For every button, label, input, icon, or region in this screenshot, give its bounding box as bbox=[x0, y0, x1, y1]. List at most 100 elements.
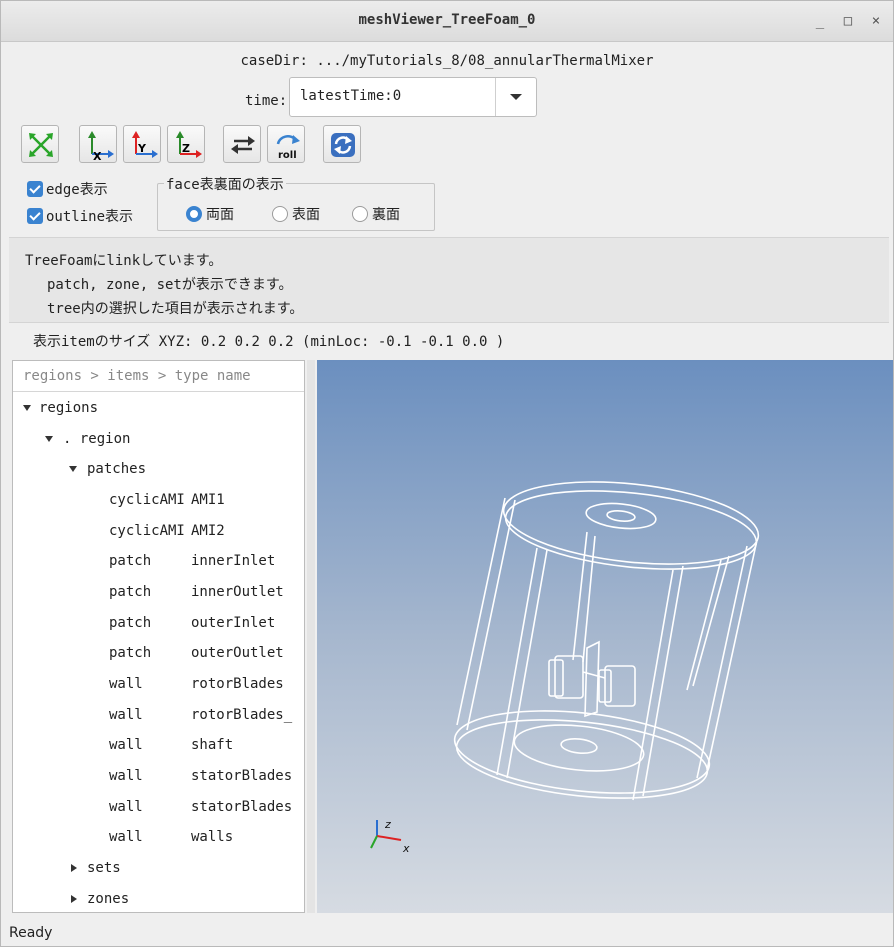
radio-front-label: 表面 bbox=[292, 207, 320, 223]
radio-both-label: 両面 bbox=[206, 207, 234, 223]
face-group-legend: face表裏面の表示 bbox=[164, 174, 286, 194]
tree-row-patches[interactable]: patches bbox=[13, 454, 304, 484]
reload-icon bbox=[331, 133, 355, 157]
patch-name: outerInlet bbox=[191, 615, 276, 631]
radio-selected-icon bbox=[186, 206, 202, 222]
patch-name: innerOutlet bbox=[191, 584, 284, 600]
tree-row-patch-item[interactable]: patch innerOutlet bbox=[13, 577, 304, 607]
axis-x-label: x bbox=[402, 842, 410, 855]
patch-name: statorBlades bbox=[191, 799, 293, 815]
patch-type: wall bbox=[109, 707, 143, 723]
window-title: meshViewer_TreeFoam_0 bbox=[358, 12, 536, 28]
patch-name: AMI2 bbox=[191, 523, 225, 539]
chevron-down-icon[interactable] bbox=[495, 78, 536, 116]
tree-header-text: regions > items > type name bbox=[23, 368, 251, 384]
patch-name: innerInlet bbox=[191, 553, 276, 569]
tree-label: . region bbox=[63, 431, 131, 447]
tree-row-patch-item[interactable]: wall rotorBlades_ bbox=[13, 700, 304, 730]
tree-row-sets[interactable]: sets bbox=[13, 853, 304, 883]
axis-z-label: z bbox=[384, 818, 391, 831]
tree-row-patch-item[interactable]: wall rotorBlades bbox=[13, 669, 304, 699]
pane-splitter[interactable] bbox=[307, 360, 315, 913]
patch-type: wall bbox=[109, 799, 143, 815]
patch-name: rotorBlades bbox=[191, 676, 284, 692]
expand-down-icon[interactable] bbox=[45, 436, 53, 442]
view-x-button[interactable]: X bbox=[79, 125, 117, 163]
time-label: time: bbox=[245, 93, 288, 109]
3d-viewport[interactable]: z x bbox=[317, 360, 893, 913]
minimize-button[interactable]: _ bbox=[809, 11, 831, 31]
view-z-button[interactable]: Z bbox=[167, 125, 205, 163]
info-line: tree内の選択した項目が表示されます。 bbox=[47, 301, 304, 317]
edge-label: edge表示 bbox=[46, 182, 108, 198]
patch-name: AMI1 bbox=[191, 492, 225, 508]
fit-all-icon bbox=[29, 133, 53, 157]
tree-row-regions[interactable]: regions bbox=[13, 393, 304, 423]
time-select-value: latestTime:0 bbox=[300, 88, 402, 104]
patch-name: statorBlades bbox=[191, 768, 293, 784]
roll-text: roll bbox=[278, 150, 297, 161]
info-line: patch, zone, setが表示できます。 bbox=[47, 277, 293, 293]
patch-type: cyclicAMI bbox=[109, 492, 185, 508]
item-size-label: 表示itemのサイズ XYZ: 0.2 0.2 0.2 (minLoc: -0.… bbox=[33, 334, 505, 350]
patch-type: patch bbox=[109, 645, 152, 661]
fit-all-button[interactable] bbox=[21, 125, 59, 163]
tree-row-patch-item[interactable]: patch innerInlet bbox=[13, 546, 304, 576]
case-dir-label: caseDir: .../myTutorials_8/08_annularThe… bbox=[240, 53, 654, 69]
info-line: TreeFoamにlinkしています。 bbox=[25, 253, 223, 269]
expand-right-icon[interactable] bbox=[71, 864, 77, 872]
tree-row-region[interactable]: . region bbox=[13, 424, 304, 454]
expand-right-icon[interactable] bbox=[71, 895, 77, 903]
tree-row-patch-item[interactable]: wall statorBlades bbox=[13, 792, 304, 822]
patch-type: wall bbox=[109, 676, 143, 692]
axis-triad: z x bbox=[370, 818, 410, 855]
mesh-wireframe: z x bbox=[370, 481, 760, 855]
tree-row-patch-item[interactable]: wall shaft bbox=[13, 730, 304, 760]
tree-row-patch-item[interactable]: wall walls bbox=[13, 822, 304, 852]
radio-front[interactable]: 表面 bbox=[272, 204, 320, 224]
time-select[interactable]: latestTime:0 bbox=[289, 77, 537, 117]
radio-back[interactable]: 裏面 bbox=[352, 204, 400, 224]
radio-both[interactable]: 両面 bbox=[186, 204, 234, 224]
region-tree[interactable]: regions > items > type name regions . re… bbox=[12, 360, 305, 913]
outline-checkbox[interactable]: outline表示 bbox=[27, 206, 133, 226]
axis-z-text: Z bbox=[182, 142, 190, 155]
info-panel: TreeFoamにlinkしています。 patch, zone, setが表示で… bbox=[9, 237, 889, 323]
tree-label: sets bbox=[87, 860, 121, 876]
patch-name: rotorBlades_ bbox=[191, 707, 293, 723]
patch-name: shaft bbox=[191, 737, 234, 753]
edge-checkbox[interactable]: edge表示 bbox=[27, 179, 108, 199]
patch-type: patch bbox=[109, 615, 152, 631]
patch-type: wall bbox=[109, 737, 143, 753]
tree-row-zones[interactable]: zones bbox=[13, 884, 304, 912]
tree-label: zones bbox=[87, 891, 130, 907]
tree-row-patch-item[interactable]: cyclicAMI AMI1 bbox=[13, 485, 304, 515]
reload-button[interactable] bbox=[323, 125, 361, 163]
axis-y-text: Y bbox=[137, 142, 147, 155]
swap-button[interactable] bbox=[223, 125, 261, 163]
view-z-icon: Z bbox=[176, 131, 202, 158]
expand-down-icon[interactable] bbox=[69, 466, 77, 472]
view-y-button[interactable]: Y bbox=[123, 125, 161, 163]
patch-type: wall bbox=[109, 829, 143, 845]
checkbox-checked-icon bbox=[27, 208, 43, 224]
view-y-icon: Y bbox=[132, 131, 158, 158]
title-bar: meshViewer_TreeFoam_0 _ □ × bbox=[1, 1, 893, 42]
patch-type: patch bbox=[109, 553, 152, 569]
tree-header[interactable]: regions > items > type name bbox=[13, 361, 304, 392]
roll-button[interactable]: roll bbox=[267, 125, 305, 163]
tree-row-patch-item[interactable]: patch outerOutlet bbox=[13, 638, 304, 668]
close-button[interactable]: × bbox=[865, 11, 887, 31]
patch-type: cyclicAMI bbox=[109, 523, 185, 539]
checkbox-checked-icon bbox=[27, 181, 43, 197]
patch-name: walls bbox=[191, 829, 234, 845]
swap-icon bbox=[231, 136, 255, 154]
radio-unselected-icon bbox=[272, 206, 288, 222]
expand-down-icon[interactable] bbox=[23, 405, 31, 411]
maximize-button[interactable]: □ bbox=[837, 11, 859, 31]
roll-icon: roll bbox=[276, 135, 300, 161]
tree-row-patch-item[interactable]: cyclicAMI AMI2 bbox=[13, 516, 304, 546]
tree-row-patch-item[interactable]: patch outerInlet bbox=[13, 608, 304, 638]
axis-x-text: X bbox=[93, 150, 102, 163]
tree-row-patch-item[interactable]: wall statorBlades bbox=[13, 761, 304, 791]
